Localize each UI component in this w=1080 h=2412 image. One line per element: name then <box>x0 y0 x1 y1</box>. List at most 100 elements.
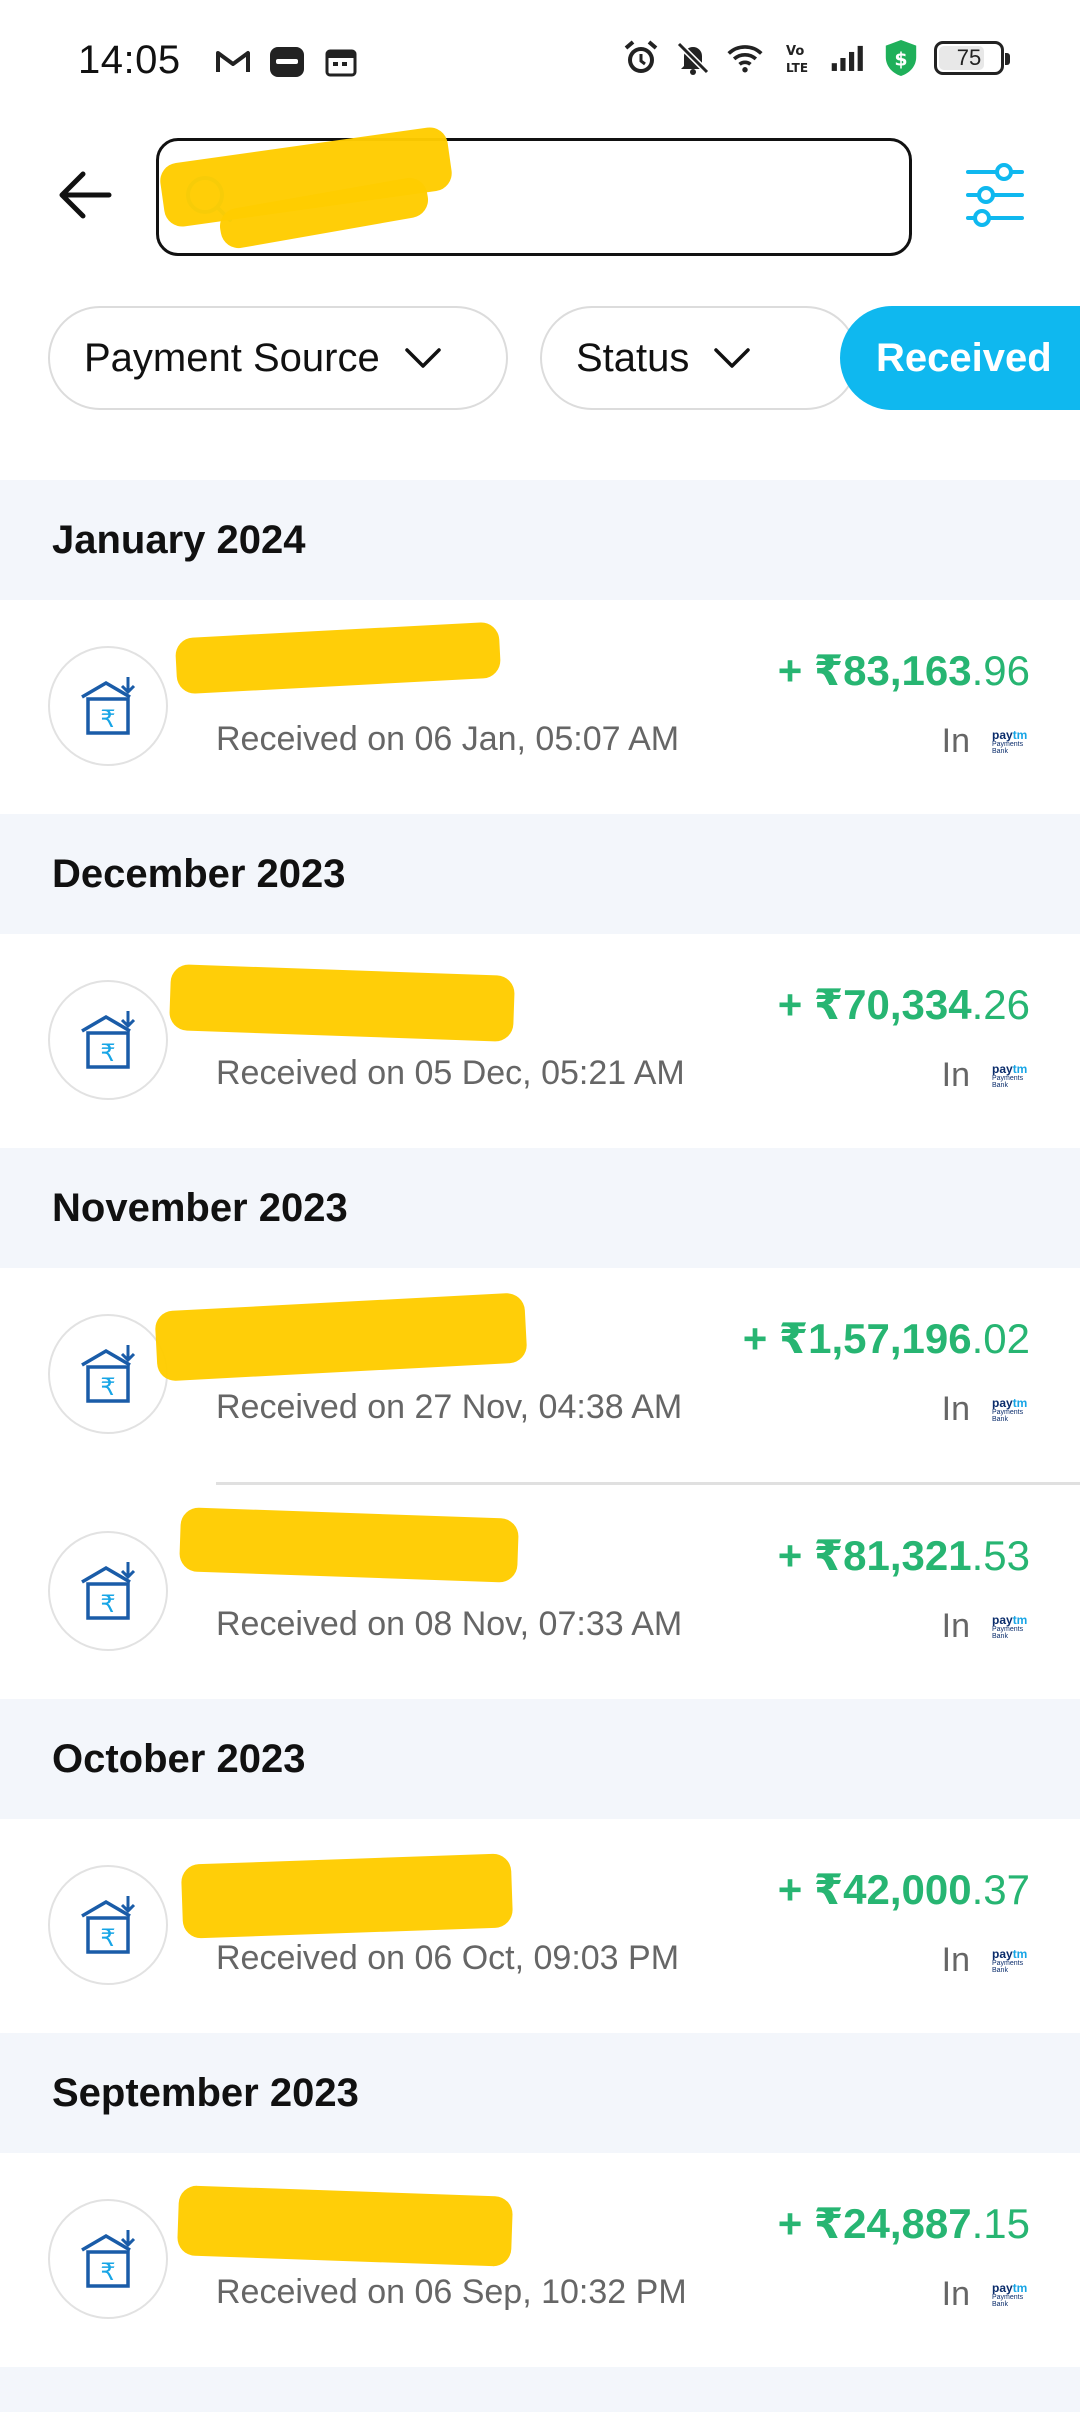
logo-text-tm: tm <box>1012 1395 1028 1410</box>
redaction-name <box>174 621 502 695</box>
battery-level: 75 <box>956 45 982 70</box>
filter-chips: Payment Source Status Received <box>48 306 1080 410</box>
transaction-amount: + ₹83,163.96 <box>778 646 1030 695</box>
section-header: January 2024 <box>0 480 1080 600</box>
logo-subtext: Payments Bank <box>992 1408 1024 1423</box>
bank-received-icon: ₹ <box>48 980 168 1100</box>
amount-main: + ₹1,57,196 <box>742 1315 972 1362</box>
amount-main: + ₹70,334 <box>777 981 972 1028</box>
status-left-icons <box>214 44 360 80</box>
bank-received-icon: ₹ <box>48 1865 168 1985</box>
logo-subtext: Payments Bank <box>992 2293 1024 2308</box>
sliders-icon <box>966 163 1024 227</box>
muted-bell-icon <box>674 40 712 76</box>
chip-label: Payment Source <box>84 335 380 380</box>
amount-main: + ₹24,887 <box>777 2200 972 2247</box>
filter-button[interactable] <box>960 160 1030 230</box>
search-box[interactable] <box>156 125 912 256</box>
transaction-date: Received on 08 Nov, 07:33 AM <box>216 1605 683 1643</box>
amount-main: + ₹42,000 <box>777 1866 972 1913</box>
alarm-icon <box>622 40 660 76</box>
logo-text-tm: tm <box>1012 1612 1028 1627</box>
transaction-item[interactable]: ₹ Received on 27 Nov, 04:38 AM + ₹1,57,1… <box>0 1268 1080 1482</box>
in-label: In <box>941 1607 970 1645</box>
back-button[interactable] <box>50 160 120 230</box>
logo-subtext: Payments Bank <box>992 1074 1024 1089</box>
logo-text-tm: tm <box>1012 1061 1028 1076</box>
paytm-bank-logo: paytm Payments Bank <box>992 1061 1030 1091</box>
in-label: In <box>941 1390 970 1428</box>
amount-decimal: .26 <box>971 981 1030 1028</box>
logo-text-pay: pay <box>992 1395 1013 1410</box>
logo-text-pay: pay <box>992 1946 1013 1961</box>
logo-subtext: Payments Bank <box>992 1625 1024 1640</box>
transaction-in-label: In paytm Payments Bank <box>942 1607 1030 1646</box>
status-time: 14:05 <box>78 38 181 82</box>
transaction-in-label: In paytm Payments Bank <box>942 1390 1030 1429</box>
logo-text-pay: pay <box>992 727 1013 742</box>
redaction-name <box>180 1853 514 1939</box>
transaction-amount: + ₹42,000.37 <box>778 1865 1030 1914</box>
transaction-item[interactable]: ₹ Received on 06 Sep, 10:32 PM + ₹24,887… <box>0 2153 1080 2367</box>
svg-text:₹: ₹ <box>100 2258 115 2286</box>
chevron-down-icon <box>714 348 751 368</box>
transaction-date: Received on 27 Nov, 04:38 AM <box>216 1388 683 1426</box>
transaction-amount: + ₹1,57,196.02 <box>743 1314 1030 1363</box>
transaction-in-label: In paytm Payments Bank <box>942 1941 1030 1980</box>
amount-decimal: .53 <box>971 1532 1030 1579</box>
back-arrow-icon <box>59 171 112 219</box>
paytm-bank-logo: paytm Payments Bank <box>992 2280 1030 2310</box>
bank-received-icon: ₹ <box>48 1314 168 1434</box>
chip-status[interactable]: Status <box>540 306 858 410</box>
bank-received-icon: ₹ <box>48 1531 168 1651</box>
transaction-list: January 2024 ₹ Received on 06 Jan, 05:07… <box>0 480 1080 2412</box>
in-label: In <box>941 2275 970 2313</box>
transaction-item[interactable]: ₹ Received on 06 Oct, 09:03 PM + ₹42,000… <box>0 1819 1080 2033</box>
transaction-date: Received on 06 Sep, 10:32 PM <box>216 2273 687 2311</box>
transaction-in-label: In paytm Payments Bank <box>942 1056 1030 1095</box>
section-header: November 2023 <box>0 1148 1080 1268</box>
logo-text-tm: tm <box>1012 2280 1028 2295</box>
transaction-in-label: In paytm Payments Bank <box>942 722 1030 761</box>
chip-payment-source[interactable]: Payment Source <box>48 306 508 410</box>
section-header: December 2023 <box>0 814 1080 934</box>
calendar-icon <box>322 44 360 80</box>
wifi-icon <box>726 40 764 76</box>
transaction-date: Received on 06 Oct, 09:03 PM <box>216 1939 680 1977</box>
transaction-item[interactable]: ₹ Received on 08 Nov, 07:33 AM + ₹81,321… <box>0 1485 1080 1699</box>
svg-text:₹: ₹ <box>100 1590 115 1618</box>
redaction-name <box>178 1507 520 1583</box>
logo-text-pay: pay <box>992 2280 1013 2295</box>
in-label: In <box>941 1941 970 1979</box>
transaction-item[interactable]: ₹ Received on 05 Dec, 05:21 AM + ₹70,334… <box>0 934 1080 1148</box>
amount-decimal: .15 <box>971 2200 1030 2247</box>
svg-text:₹: ₹ <box>100 705 115 733</box>
gmail-icon <box>214 44 252 80</box>
logo-subtext: Payments Bank <box>992 740 1024 755</box>
svg-text:$: $ <box>894 49 907 71</box>
amount-main: + ₹83,163 <box>777 647 972 694</box>
svg-text:₹: ₹ <box>100 1924 115 1952</box>
transaction-amount: + ₹81,321.53 <box>778 1531 1030 1580</box>
chip-received[interactable]: Received <box>840 306 1080 410</box>
volte-icon: Vo LTE <box>778 40 816 76</box>
svg-text:₹: ₹ <box>100 1039 115 1067</box>
section-header: September 2023 <box>0 2033 1080 2153</box>
paytm-bank-logo: paytm Payments Bank <box>992 1395 1030 1425</box>
chevron-down-icon <box>404 348 441 368</box>
redaction-name <box>168 964 516 1042</box>
transaction-item[interactable]: ₹ Received on 06 Jan, 05:07 AM + ₹83,163… <box>0 600 1080 814</box>
shield-dollar-icon: $ <box>882 39 920 77</box>
amount-decimal: .96 <box>971 647 1030 694</box>
paytm-bank-logo: paytm Payments Bank <box>992 727 1030 757</box>
chip-label: Status <box>576 335 690 380</box>
amount-main: + ₹81,321 <box>777 1532 972 1579</box>
logo-subtext: Payments Bank <box>992 1959 1024 1974</box>
section-header-partial <box>0 2367 1080 2412</box>
logo-text-pay: pay <box>992 1612 1013 1627</box>
transaction-date: Received on 06 Jan, 05:07 AM <box>216 720 680 758</box>
logo-text-tm: tm <box>1012 1946 1028 1961</box>
in-label: In <box>941 1056 970 1094</box>
amount-decimal: .37 <box>971 1866 1030 1913</box>
transaction-amount: + ₹70,334.26 <box>778 980 1030 1029</box>
